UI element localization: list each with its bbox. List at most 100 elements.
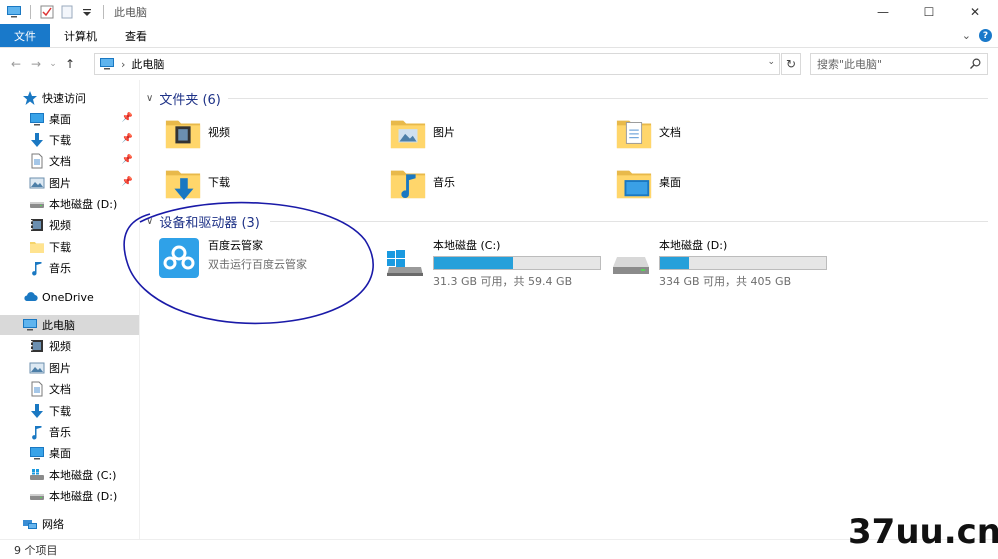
drive-usage-fill (660, 257, 690, 269)
quick-access-toolbar (0, 4, 108, 20)
music-icon (29, 260, 45, 276)
sidebar-item-drive-d[interactable]: 本地磁盘 (D:) (0, 194, 139, 214)
back-button[interactable]: ← (6, 57, 26, 71)
folder-desktop[interactable]: 桌面 (615, 163, 681, 201)
sidebar-item-pc-desktop[interactable]: 桌面 (0, 443, 139, 463)
picture-icon (29, 175, 45, 191)
sidebar-item-onedrive[interactable]: OneDrive (0, 287, 139, 307)
video-icon (29, 217, 45, 233)
recent-locations-button[interactable]: ⌄ (46, 59, 60, 69)
sidebar-item-label: 桌面 (49, 113, 71, 126)
drive-icon (613, 257, 649, 274)
refresh-button[interactable]: ↻ (781, 53, 801, 75)
baidu-cloud-icon (159, 238, 199, 278)
sidebar-item-pc-music[interactable]: 音乐 (0, 422, 139, 442)
section-title: 文件夹 (6) (159, 93, 221, 108)
drive-size: 334 GB 可用，共 405 GB (659, 275, 792, 288)
document-icon (29, 381, 45, 397)
minimize-button[interactable]: — (860, 0, 906, 24)
pin-icon: 📌 (121, 134, 133, 144)
tab-file[interactable]: 文件 (0, 24, 50, 47)
forward-button[interactable]: → (26, 57, 46, 71)
sidebar-item-label: 网络 (42, 518, 64, 531)
sidebar-item-pc-drive-d[interactable]: 本地磁盘 (D:) (0, 486, 139, 506)
chevron-down-icon[interactable]: ∨ (146, 216, 153, 227)
chevron-down-icon[interactable]: ∨ (146, 93, 153, 104)
sidebar-item-this-pc[interactable]: 此电脑 (0, 315, 139, 335)
maximize-button[interactable]: ☐ (906, 0, 952, 24)
devices-section-header[interactable]: ∨ 设备和驱动器 (3) (146, 212, 260, 231)
toolbar-separator (30, 5, 31, 19)
computer-icon[interactable] (6, 4, 22, 20)
folder-label: 视频 (208, 126, 230, 139)
sidebar-item-pc-downloads[interactable]: 下载 (0, 401, 139, 421)
pin-icon: 📌 (121, 155, 133, 165)
star-icon (22, 90, 38, 106)
ribbon-right: ⌄ ? (962, 29, 992, 42)
drive-d[interactable]: 本地磁盘 (D:) 334 GB 可用，共 405 GB (611, 237, 827, 289)
up-button[interactable]: ↑ (60, 57, 80, 71)
sidebar-item-label: 下载 (49, 405, 71, 418)
sidebar-item-music[interactable]: 音乐 (0, 258, 139, 278)
sidebar-item-pc-documents[interactable]: 文档 (0, 379, 139, 399)
tab-computer[interactable]: 计算机 (50, 24, 111, 47)
sidebar-item-quick-access[interactable]: 快速访问 (0, 88, 139, 108)
window-controls: — ☐ ✕ (860, 0, 998, 24)
address-dropdown-icon[interactable]: ⌄ (767, 57, 775, 67)
address-bar[interactable]: › 此电脑 ⌄ (94, 53, 780, 75)
properties-icon[interactable] (39, 4, 55, 20)
drive-info: 本地磁盘 (D:) 334 GB 可用，共 405 GB (659, 237, 827, 289)
tab-view[interactable]: 查看 (111, 24, 161, 47)
folder-pictures[interactable]: 图片 (389, 113, 455, 151)
new-folder-icon[interactable] (59, 4, 75, 20)
sidebar-item-download-folder[interactable]: 下载 (0, 237, 139, 257)
close-button[interactable]: ✕ (952, 0, 998, 24)
toolbar-separator (103, 5, 104, 19)
sidebar-item-label: OneDrive (42, 290, 94, 304)
folder-documents[interactable]: 文档 (615, 113, 681, 151)
app-description: 双击运行百度云管家 (208, 258, 307, 271)
help-button[interactable]: ? (979, 29, 992, 42)
sidebar-item-downloads[interactable]: 下载 📌 (0, 130, 139, 150)
drive-icon (29, 196, 45, 212)
folder-downloads[interactable]: 下载 (164, 163, 230, 201)
navigation-bar: ← → ⌄ ↑ › 此电脑 ⌄ ↻ 搜索"此电脑" (0, 50, 998, 78)
windows-drive-icon (387, 250, 423, 276)
section-title: 设备和驱动器 (3) (159, 216, 260, 231)
ribbon-tabs: 文件 计算机 查看 ⌄ ? (0, 24, 998, 48)
baidu-cloud-app[interactable]: 百度云管家 双击运行百度云管家 (158, 237, 307, 279)
drive-usage-bar (659, 256, 827, 270)
sidebar-item-label: 文档 (49, 383, 71, 396)
sidebar-item-pc-pictures[interactable]: 图片 (0, 358, 139, 378)
drive-c[interactable]: 本地磁盘 (C:) 31.3 GB 可用，共 59.4 GB (385, 237, 601, 289)
search-input[interactable]: 搜索"此电脑" (810, 53, 988, 75)
address-separator[interactable]: › (121, 58, 125, 71)
sidebar-item-pictures[interactable]: 图片 📌 (0, 173, 139, 193)
sidebar-item-label: 音乐 (49, 426, 71, 439)
folder-label: 文档 (659, 126, 681, 139)
desktop-folder-icon (615, 163, 653, 201)
expand-ribbon-button[interactable]: ⌄ (962, 29, 971, 42)
address-text[interactable]: 此电脑 (131, 56, 164, 72)
item-count: 9 个项目 (14, 543, 58, 557)
sidebar-item-label: 图片 (49, 177, 71, 190)
document-icon (29, 153, 45, 169)
video-icon (29, 338, 45, 354)
sidebar-item-desktop[interactable]: 桌面 📌 (0, 109, 139, 129)
cloud-icon (22, 289, 38, 305)
sidebar-item-network[interactable]: 网络 (0, 514, 139, 534)
sidebar-item-label: 下载 (49, 241, 71, 254)
sidebar-item-pc-videos[interactable]: 视频 (0, 336, 139, 356)
folders-section-header[interactable]: ∨ 文件夹 (6) (146, 89, 221, 108)
sidebar-item-videos[interactable]: 视频 (0, 215, 139, 235)
computer-icon (22, 317, 38, 333)
folder-icon (29, 239, 45, 255)
customize-toolbar-icon[interactable] (79, 4, 95, 20)
folder-videos[interactable]: 视频 (164, 113, 230, 151)
search-icon[interactable] (969, 58, 981, 70)
folder-music[interactable]: 音乐 (389, 163, 455, 201)
sidebar-item-documents[interactable]: 文档 📌 (0, 151, 139, 171)
download-icon (29, 403, 45, 419)
drive-name: 本地磁盘 (C:) (433, 239, 501, 252)
sidebar-item-pc-drive-c[interactable]: 本地磁盘 (C:) (0, 465, 139, 485)
